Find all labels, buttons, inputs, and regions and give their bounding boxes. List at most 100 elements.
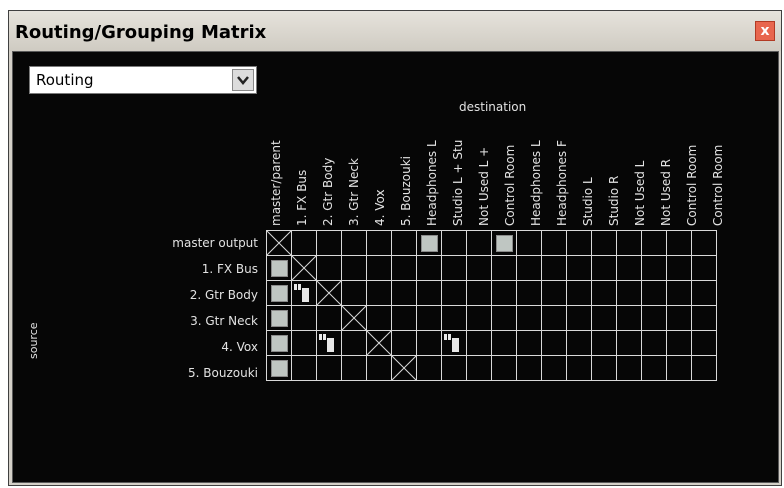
matrix-cell[interactable] — [616, 255, 642, 281]
matrix-cell[interactable] — [691, 330, 717, 356]
matrix-cell[interactable] — [516, 255, 542, 281]
matrix-cell[interactable] — [366, 280, 392, 306]
matrix-cell[interactable] — [591, 305, 617, 331]
matrix-cell[interactable] — [341, 355, 367, 381]
matrix-cell[interactable] — [591, 280, 617, 306]
matrix-cell[interactable] — [366, 230, 392, 256]
matrix-cell[interactable] — [616, 280, 642, 306]
matrix-cell[interactable] — [691, 355, 717, 381]
matrix-cell[interactable] — [341, 330, 367, 356]
matrix-cell[interactable] — [566, 255, 592, 281]
matrix-cell[interactable] — [591, 355, 617, 381]
matrix-cell[interactable] — [316, 305, 342, 331]
close-button[interactable]: x — [755, 21, 775, 41]
matrix-cell[interactable] — [491, 255, 517, 281]
matrix-cell[interactable] — [366, 255, 392, 281]
matrix-cell[interactable] — [591, 330, 617, 356]
matrix-cell[interactable] — [591, 230, 617, 256]
matrix-cell[interactable] — [591, 255, 617, 281]
matrix-cell[interactable] — [516, 355, 542, 381]
matrix-cell[interactable] — [516, 305, 542, 331]
matrix-cell[interactable] — [491, 280, 517, 306]
matrix-cell[interactable] — [666, 355, 692, 381]
matrix-cell[interactable] — [491, 355, 517, 381]
matrix-cell[interactable] — [691, 305, 717, 331]
matrix-cell[interactable] — [466, 230, 492, 256]
matrix-cell[interactable] — [316, 230, 342, 256]
matrix-cell[interactable] — [341, 280, 367, 306]
matrix-cell[interactable] — [541, 305, 567, 331]
matrix-cell[interactable] — [266, 280, 292, 306]
matrix-cell[interactable] — [266, 255, 292, 281]
matrix-cell[interactable] — [391, 305, 417, 331]
matrix-cell[interactable] — [466, 330, 492, 356]
matrix-cell[interactable] — [441, 280, 467, 306]
matrix-cell[interactable] — [616, 330, 642, 356]
matrix-cell[interactable] — [416, 305, 442, 331]
matrix-cell[interactable] — [491, 305, 517, 331]
matrix-cell[interactable] — [416, 255, 442, 281]
matrix-cell[interactable] — [316, 330, 342, 356]
matrix-cell[interactable] — [366, 355, 392, 381]
matrix-cell[interactable] — [441, 230, 467, 256]
matrix-cell[interactable] — [516, 280, 542, 306]
matrix-cell[interactable] — [441, 330, 467, 356]
matrix-cell[interactable] — [416, 330, 442, 356]
matrix-cell[interactable] — [691, 230, 717, 256]
matrix-cell[interactable] — [616, 230, 642, 256]
matrix-cell[interactable] — [541, 355, 567, 381]
matrix-cell[interactable] — [366, 305, 392, 331]
matrix-cell[interactable] — [616, 355, 642, 381]
matrix-cell[interactable] — [641, 305, 667, 331]
matrix-cell[interactable] — [541, 280, 567, 306]
matrix-cell[interactable] — [291, 305, 317, 331]
matrix-cell[interactable] — [316, 355, 342, 381]
title-bar[interactable]: Routing/Grouping Matrix x — [9, 11, 781, 51]
matrix-cell[interactable] — [516, 230, 542, 256]
matrix-cell[interactable] — [691, 280, 717, 306]
matrix-cell[interactable] — [491, 230, 517, 256]
matrix-cell[interactable] — [566, 355, 592, 381]
matrix-cell[interactable] — [541, 330, 567, 356]
matrix-cell[interactable] — [441, 305, 467, 331]
matrix-cell[interactable] — [666, 255, 692, 281]
matrix-cell[interactable] — [391, 330, 417, 356]
matrix-cell[interactable] — [666, 305, 692, 331]
matrix-cell[interactable] — [641, 230, 667, 256]
matrix-cell[interactable] — [291, 280, 317, 306]
matrix-cell[interactable] — [391, 230, 417, 256]
matrix-cell[interactable] — [441, 255, 467, 281]
matrix-cell[interactable] — [416, 230, 442, 256]
matrix-cell[interactable] — [566, 330, 592, 356]
matrix-cell[interactable] — [666, 330, 692, 356]
matrix-cell[interactable] — [491, 330, 517, 356]
matrix-cell[interactable] — [541, 230, 567, 256]
matrix-cell[interactable] — [691, 255, 717, 281]
matrix-cell[interactable] — [391, 255, 417, 281]
matrix-cell[interactable] — [666, 230, 692, 256]
matrix-cell[interactable] — [666, 280, 692, 306]
matrix-cell[interactable] — [566, 280, 592, 306]
dropdown-button[interactable] — [232, 69, 254, 91]
matrix-cell[interactable] — [541, 255, 567, 281]
matrix-cell[interactable] — [641, 330, 667, 356]
matrix-cell[interactable] — [641, 355, 667, 381]
matrix-cell[interactable] — [566, 305, 592, 331]
matrix-cell[interactable] — [291, 330, 317, 356]
matrix-cell[interactable] — [466, 305, 492, 331]
matrix-cell[interactable] — [266, 305, 292, 331]
matrix-cell[interactable] — [266, 355, 292, 381]
matrix-cell[interactable] — [316, 255, 342, 281]
matrix-cell[interactable] — [516, 330, 542, 356]
matrix-cell[interactable] — [566, 230, 592, 256]
matrix-cell[interactable] — [341, 255, 367, 281]
matrix-cell[interactable] — [291, 230, 317, 256]
matrix-cell[interactable] — [416, 280, 442, 306]
mode-dropdown[interactable]: Routing — [29, 66, 257, 94]
matrix-cell[interactable] — [641, 280, 667, 306]
matrix-cell[interactable] — [441, 355, 467, 381]
matrix-cell[interactable] — [616, 305, 642, 331]
matrix-cell[interactable] — [391, 280, 417, 306]
matrix-cell[interactable] — [466, 280, 492, 306]
matrix-cell[interactable] — [466, 255, 492, 281]
